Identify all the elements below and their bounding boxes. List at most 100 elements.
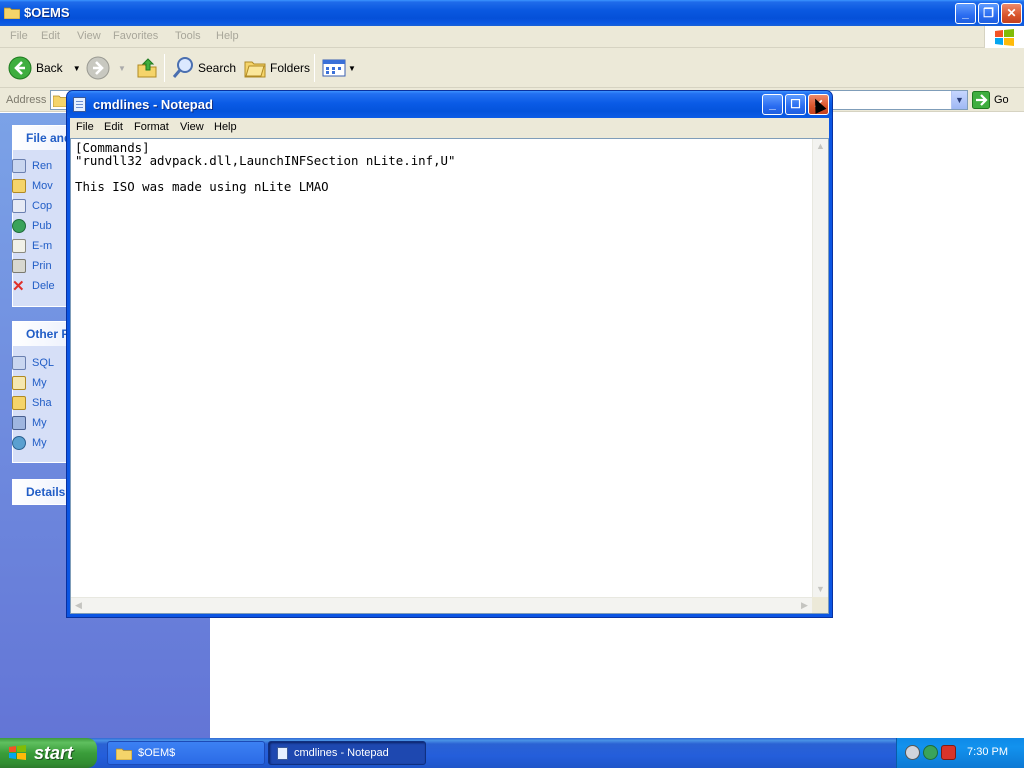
windows-logo (984, 26, 1024, 48)
forward-arrow-icon (86, 56, 110, 80)
notepad-title: cmdlines - Notepad (93, 97, 213, 112)
back-button[interactable]: Back ▼ (8, 56, 81, 80)
views-dropdown-icon: ▼ (348, 63, 356, 73)
task-email[interactable]: E-m (12, 238, 52, 254)
explorer-menubar: File Edit View Favorites Tools Help (0, 26, 1024, 48)
folder-icon (116, 748, 132, 760)
taskbar-notepad-button[interactable]: cmdlines - Notepad (268, 741, 426, 765)
windows-flag-icon (9, 745, 26, 760)
scroll-right-icon[interactable]: ▶ (797, 598, 812, 613)
explorer-close-button[interactable]: ✕ (1001, 3, 1022, 24)
my-computer-icon (12, 416, 26, 430)
up-folder-icon (137, 58, 157, 78)
search-icon (172, 57, 193, 78)
menu-edit[interactable]: Edit (41, 30, 60, 42)
np-menu-edit[interactable]: Edit (104, 121, 123, 133)
horizontal-scrollbar[interactable]: ◀ ▶ (71, 597, 812, 613)
taskbar-explorer-label: $OEM$ (138, 747, 176, 759)
notepad-icon (277, 746, 288, 760)
menu-help[interactable]: Help (216, 30, 239, 42)
task-move[interactable]: Mov (12, 178, 53, 194)
np-menu-view[interactable]: View (180, 121, 204, 133)
scroll-down-icon[interactable]: ▼ (813, 582, 828, 597)
printer-icon (12, 259, 26, 273)
rename-icon (12, 159, 26, 173)
folders-button[interactable]: Folders (243, 56, 310, 80)
up-folder-button[interactable] (136, 56, 158, 80)
start-label: start (34, 742, 74, 763)
go-arrow-icon (972, 91, 990, 109)
globe-icon (12, 219, 26, 233)
security-shield-icon[interactable] (941, 745, 956, 760)
place-item[interactable]: SQL (12, 355, 54, 371)
explorer-restore-button[interactable]: ❐ (978, 3, 999, 24)
start-button[interactable]: start (0, 738, 97, 768)
delete-x-icon: ✕ (12, 278, 25, 295)
forward-button[interactable]: ▼ (86, 56, 126, 80)
scroll-up-icon[interactable]: ▲ (813, 139, 828, 154)
forward-dropdown-icon: ▼ (118, 63, 126, 73)
my-documents-icon (12, 376, 26, 390)
back-dropdown-icon[interactable]: ▼ (73, 64, 81, 73)
toolbar-separator (164, 54, 165, 82)
move-folder-icon (12, 179, 26, 193)
search-button[interactable]: Search (171, 56, 236, 80)
back-arrow-icon (8, 56, 32, 80)
place-item[interactable]: Sha (12, 395, 52, 411)
notepad-maximize-button[interactable]: ☐ (785, 94, 806, 115)
windows-flag-icon (995, 29, 1014, 46)
shared-folder-icon (12, 396, 26, 410)
place-item[interactable]: My (12, 435, 47, 451)
go-button[interactable]: Go (972, 91, 1009, 109)
copy-icon (12, 199, 26, 213)
folders-icon (244, 61, 266, 78)
scroll-left-icon[interactable]: ◀ (71, 598, 86, 613)
toolbar-separator (314, 54, 315, 82)
notepad-text-area[interactable]: [Commands] "rundll32 advpack.dll,LaunchI… (70, 138, 829, 614)
np-menu-file[interactable]: File (76, 121, 94, 133)
np-menu-format[interactable]: Format (134, 121, 169, 133)
notepad-titlebar[interactable]: cmdlines - Notepad _ ☐ ✕ (67, 91, 832, 118)
notepad-menubar: File Edit Format View Help (70, 118, 829, 138)
email-icon (12, 239, 26, 253)
menu-file[interactable]: File (10, 30, 28, 42)
menu-view[interactable]: View (77, 30, 101, 42)
address-label: Address (6, 94, 47, 106)
task-copy[interactable]: Cop (12, 198, 52, 214)
explorer-titlebar[interactable]: $OEMS _ ❐ ✕ (0, 0, 1024, 26)
task-delete[interactable]: ✕ Dele (12, 278, 55, 295)
task-print[interactable]: Prin (12, 258, 52, 274)
place-item[interactable]: My (12, 375, 47, 391)
explorer-toolbar: Back ▼ ▼ Search Folders ▼ (0, 48, 1024, 88)
my-network-icon (12, 436, 26, 450)
search-label: Search (198, 61, 237, 75)
taskbar-notepad-label: cmdlines - Notepad (294, 747, 389, 759)
menu-tools[interactable]: Tools (175, 30, 201, 42)
np-menu-help[interactable]: Help (214, 121, 237, 133)
taskbar-explorer-button[interactable]: $OEM$ (107, 741, 265, 765)
network-drive-icon (12, 356, 26, 370)
folder-icon (4, 7, 20, 19)
views-button[interactable]: ▼ (322, 56, 356, 80)
network-icon[interactable] (923, 745, 938, 760)
task-rename[interactable]: Ren (12, 158, 52, 174)
notepad-icon (73, 97, 86, 112)
notepad-content: [Commands] "rundll32 advpack.dll,LaunchI… (75, 140, 456, 194)
go-label: Go (994, 94, 1009, 106)
menu-favorites[interactable]: Favorites (113, 30, 158, 42)
notepad-window: cmdlines - Notepad _ ☐ ✕ File Edit Forma… (66, 90, 833, 618)
address-dropdown-icon[interactable]: ▼ (951, 91, 967, 109)
task-publish[interactable]: Pub (12, 218, 52, 234)
explorer-title: $OEMS (24, 5, 70, 20)
explorer-minimize-button[interactable]: _ (955, 3, 976, 24)
clock[interactable]: 7:30 PM (967, 746, 1008, 758)
volume-icon[interactable] (905, 745, 920, 760)
folders-label: Folders (270, 61, 311, 75)
notepad-minimize-button[interactable]: _ (762, 94, 783, 115)
vertical-scrollbar[interactable]: ▲ ▼ (812, 139, 828, 597)
resize-grip[interactable] (812, 597, 828, 613)
place-item[interactable]: My (12, 415, 47, 431)
system-tray: 7:30 PM (896, 738, 1024, 768)
taskbar: start $OEM$ cmdlines - Notepad 7:30 PM (0, 738, 1024, 768)
views-icon (322, 59, 346, 77)
